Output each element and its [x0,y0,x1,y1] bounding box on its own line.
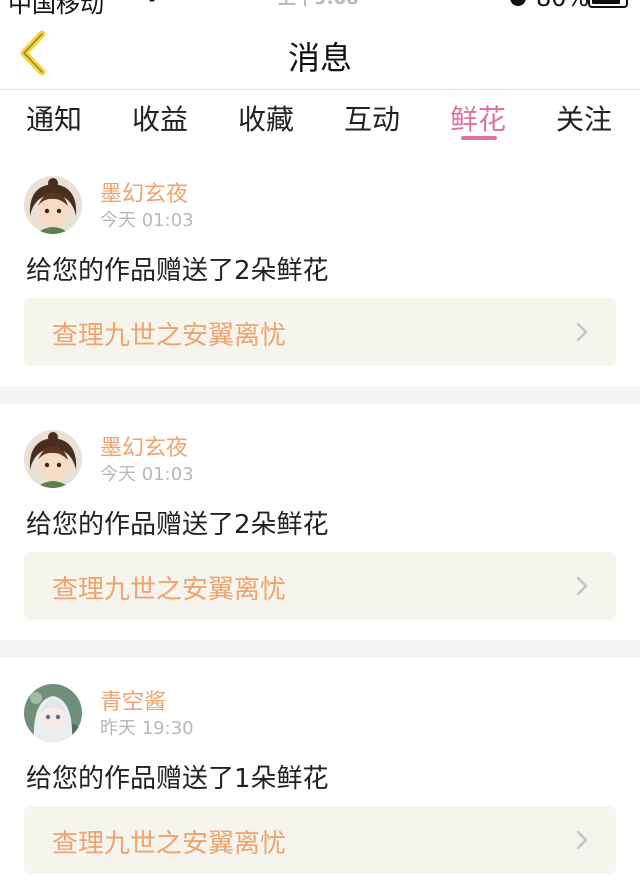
message-card: 墨幻玄夜 今天 01:03 给您的作品赠送了2朵鲜花 查理九世之安翼离忧 [0,404,640,640]
message-card: 墨幻玄夜 今天 01:03 给您的作品赠送了2朵鲜花 查理九世之安翼离忧 [0,150,640,386]
message-text: 给您的作品赠送了2朵鲜花 [26,256,329,286]
avatar[interactable] [24,430,82,488]
card-divider [0,386,640,404]
tab-bar: 通知 收益 收藏 互动 鲜花 关注 [0,92,640,150]
timestamp: 昨天 19:30 [100,718,194,739]
tab-interactions[interactable]: 互动 [332,98,412,138]
work-title: 查理九世之安翼离忧 [52,321,287,351]
timestamp: 今天 01:03 [100,464,194,485]
battery-icon [588,0,628,8]
username[interactable]: 青空酱 [100,684,166,716]
avatar[interactable] [24,684,82,742]
chevron-right-icon [576,322,588,342]
username[interactable]: 墨幻玄夜 [100,430,188,462]
tab-favorites[interactable]: 收藏 [226,98,306,138]
work-title: 查理九世之安翼离忧 [52,575,287,605]
tab-notifications[interactable]: 通知 [14,98,94,138]
work-link[interactable]: 查理九世之安翼离忧 [24,552,616,620]
work-title: 查理九世之安翼离忧 [52,829,287,859]
navigation-bar: 消息 [0,16,640,90]
username[interactable]: 墨幻玄夜 [100,176,188,208]
message-text: 给您的作品赠送了1朵鲜花 [26,764,329,794]
message-card: 青空酱 昨天 19:30 给您的作品赠送了1朵鲜花 查理九世之安翼离忧 [0,658,640,893]
wifi-icon [142,0,162,12]
orientation-lock-icon [508,0,528,14]
chevron-right-icon [576,576,588,596]
clock: 上午9:08 [278,0,359,10]
chevron-right-icon [576,830,588,850]
tab-earnings[interactable]: 收益 [120,98,200,138]
work-link[interactable]: 查理九世之安翼离忧 [24,298,616,366]
timestamp: 今天 01:03 [100,210,194,231]
page-title: 消息 [287,39,352,77]
tab-flowers[interactable]: 鲜花 [438,98,518,138]
work-link[interactable]: 查理九世之安翼离忧 [24,806,616,874]
avatar[interactable] [24,176,82,234]
card-divider [0,640,640,658]
message-text: 给您的作品赠送了2朵鲜花 [26,510,329,540]
battery-percentage: 80% [536,0,589,12]
status-bar: 中国移动 上午9:08 80% [0,0,640,18]
tab-following[interactable]: 关注 [544,98,624,138]
active-tab-indicator [461,136,497,140]
